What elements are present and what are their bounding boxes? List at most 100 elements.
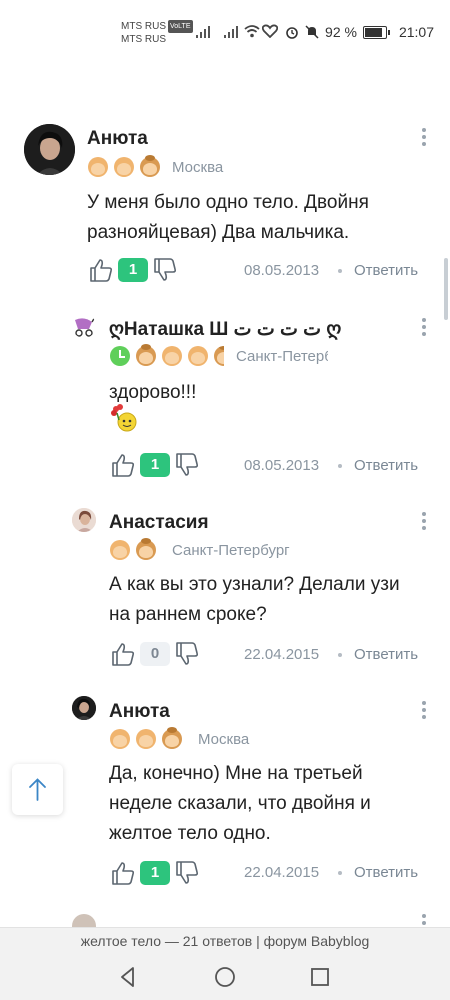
comment-text-line: желтое тело одно. <box>109 823 271 844</box>
mute-icon <box>305 25 319 39</box>
boy-icon <box>110 729 130 749</box>
comment-text-line: Да, конечно) Мне на третьей <box>109 763 363 784</box>
kebab-menu-icon[interactable] <box>421 914 427 927</box>
separator-dot <box>338 871 342 875</box>
thumb-up-icon[interactable] <box>110 860 136 886</box>
comment-author[interactable]: Анюта <box>87 128 148 150</box>
signal-icon <box>224 26 238 38</box>
user-avatar[interactable] <box>72 508 96 532</box>
comment-author[interactable]: ღНаташка Ш ت ت ت ت ღ <box>109 318 341 341</box>
separator-dot <box>338 464 342 468</box>
boy-icon <box>110 540 130 560</box>
boy-icon <box>136 729 156 749</box>
children-badges: Санкт-Петербург <box>110 538 290 560</box>
children-badges: Москва <box>110 727 250 749</box>
thumb-down-icon[interactable] <box>174 860 200 886</box>
likes-count: 0 <box>140 642 170 666</box>
rating-controls: 0 <box>110 641 200 667</box>
comment-text: У меня было одно тело. Двойня разнояйцев… <box>87 188 369 248</box>
page-title-bar[interactable]: желтое тело — 21 ответов | форум Babyblo… <box>0 927 450 956</box>
user-avatar[interactable] <box>24 124 75 175</box>
children-badges: Москва <box>88 155 224 177</box>
heart-icon <box>262 24 278 38</box>
kebab-menu-icon[interactable] <box>421 701 427 723</box>
comment-date: 22.04.2015 <box>244 646 320 663</box>
boy-icon <box>162 346 182 366</box>
clock-icon <box>110 346 130 366</box>
likes-count: 1 <box>140 861 170 885</box>
girl-icon <box>214 346 224 366</box>
comment-text-line: на раннем сроке? <box>109 604 267 625</box>
comment-date: 08.05.2013 <box>244 457 320 474</box>
arrow-up-icon <box>29 778 46 801</box>
thumb-up-icon[interactable] <box>88 257 114 283</box>
carrier-2: MTS RUS <box>121 34 166 45</box>
separator-dot <box>338 269 342 273</box>
status-bar: MTS RUS VoLTE MTS RUS 92 % 21:07 <box>0 0 450 64</box>
comment-author[interactable]: Анастасия <box>109 512 209 534</box>
comment-text: Да, конечно) Мне на третьей неделе сказа… <box>109 759 371 849</box>
rating-controls: 1 <box>88 257 178 283</box>
back-icon[interactable] <box>116 965 140 989</box>
comment-date: 22.04.2015 <box>244 864 320 881</box>
carrier-info: MTS RUS VoLTE MTS RUS <box>121 20 193 46</box>
avatar-stroller-icon <box>75 316 96 337</box>
avatar-photo-icon <box>72 696 96 720</box>
battery-icon <box>362 25 390 39</box>
kebab-menu-icon[interactable] <box>421 318 427 340</box>
comment-city: Санкт-Петербург <box>236 347 328 365</box>
boy-icon <box>114 157 134 177</box>
signal-icon <box>196 26 210 38</box>
carrier-1: MTS RUS <box>121 21 166 32</box>
avatar-photo-icon <box>72 508 96 532</box>
thumb-down-icon[interactable] <box>174 452 200 478</box>
user-avatar[interactable] <box>72 696 96 720</box>
girl-icon <box>136 344 156 366</box>
comment-author[interactable]: Анюта <box>109 701 170 723</box>
volte-badge: VoLTE <box>168 20 193 33</box>
reply-link[interactable]: Ответить <box>354 646 418 663</box>
likes-count: 1 <box>118 258 148 282</box>
comment-text-line: А как вы это узнали? Делали узи <box>109 574 400 595</box>
flowers-smiley-emoji <box>111 404 137 432</box>
scrollbar[interactable] <box>444 258 448 320</box>
status-right: 92 % 21:07 <box>285 24 434 40</box>
thumb-down-icon[interactable] <box>174 641 200 667</box>
reply-link[interactable]: Ответить <box>354 864 418 881</box>
scroll-up-button[interactable] <box>12 764 63 815</box>
boy-icon <box>188 346 208 366</box>
thumb-down-icon[interactable] <box>152 257 178 283</box>
battery-level <box>364 27 382 37</box>
kebab-menu-icon[interactable] <box>421 128 427 150</box>
girl-icon <box>136 538 156 560</box>
alarm-icon <box>286 27 298 39</box>
page-title: желтое тело — 21 ответов | форум Babyblo… <box>80 933 370 949</box>
recents-icon[interactable] <box>308 965 332 989</box>
thumb-up-icon[interactable] <box>110 641 136 667</box>
boy-icon <box>88 157 108 177</box>
reply-link[interactable]: Ответить <box>354 457 418 474</box>
rating-controls: 1 <box>110 860 200 886</box>
girl-icon <box>162 727 182 749</box>
separator-dot <box>338 653 342 657</box>
comment-text-line: У меня было одно тело. Двойня <box>87 192 369 213</box>
children-badges: Санкт-Петербург <box>110 344 328 366</box>
battery-percent: 92 % <box>325 24 357 40</box>
avatar-photo-icon <box>24 124 75 175</box>
clock-time: 21:07 <box>398 24 434 40</box>
comment-city: Санкт-Петербург <box>172 541 290 559</box>
thumb-up-icon[interactable] <box>110 452 136 478</box>
comment-city: Москва <box>172 158 224 176</box>
system-nav-bar <box>0 955 450 1000</box>
kebab-menu-icon[interactable] <box>421 512 427 534</box>
comment-date: 08.05.2013 <box>244 262 320 279</box>
girl-icon <box>140 155 160 177</box>
comment-city: Москва <box>198 730 250 748</box>
comment-text: А как вы это узнали? Делали узи на ранне… <box>109 570 400 630</box>
user-avatar[interactable] <box>72 314 96 338</box>
comment-text-line: неделе сказали, что двойня и <box>109 793 371 814</box>
reply-link[interactable]: Ответить <box>354 262 418 279</box>
user-avatar[interactable] <box>72 914 96 927</box>
home-icon[interactable] <box>213 965 237 989</box>
comment-text-line: разнояйцевая) Два мальчика. <box>87 222 350 243</box>
